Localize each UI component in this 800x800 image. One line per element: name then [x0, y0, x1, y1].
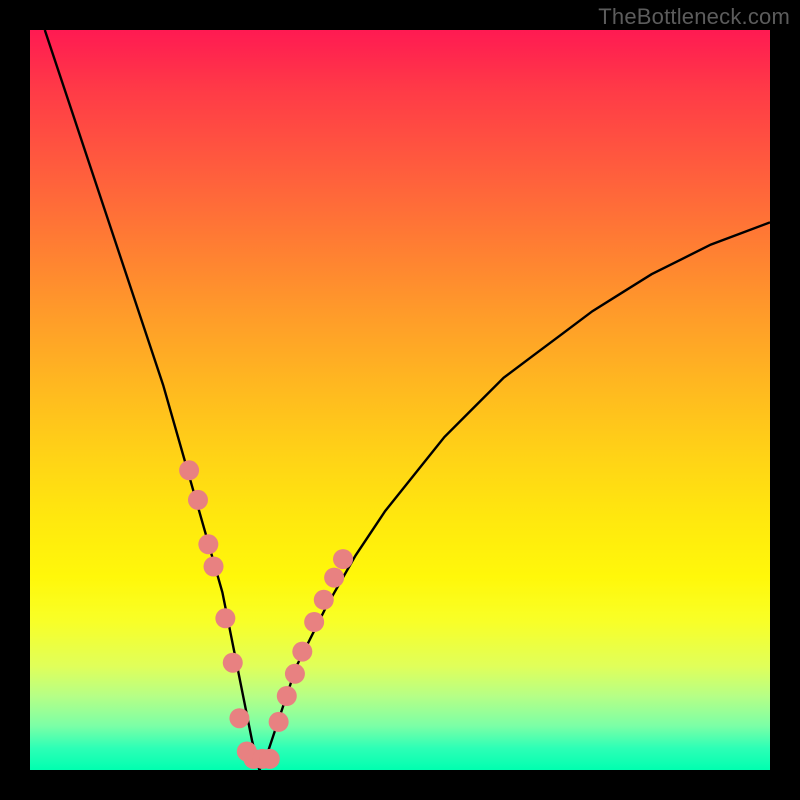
highlight-dot [285, 664, 305, 684]
highlight-dot [324, 568, 344, 588]
highlight-dot [269, 712, 289, 732]
highlight-dot [304, 612, 324, 632]
highlight-dot [179, 460, 199, 480]
highlight-dot [215, 608, 235, 628]
highlight-dot [204, 557, 224, 577]
highlight-dot [229, 708, 249, 728]
highlight-dot [260, 749, 280, 769]
outer-frame: TheBottleneck.com [0, 0, 800, 800]
highlight-dot [333, 549, 353, 569]
bottleneck-curve [45, 30, 770, 770]
highlight-dot [292, 642, 312, 662]
highlight-dot [198, 534, 218, 554]
highlight-dot [277, 686, 297, 706]
highlight-dots-layer [179, 460, 353, 769]
curve-layer [45, 30, 770, 770]
highlight-dot [223, 653, 243, 673]
highlight-dot [188, 490, 208, 510]
plot-area [30, 30, 770, 770]
watermark-text: TheBottleneck.com [598, 4, 790, 30]
highlight-dot [314, 590, 334, 610]
chart-svg [30, 30, 770, 770]
